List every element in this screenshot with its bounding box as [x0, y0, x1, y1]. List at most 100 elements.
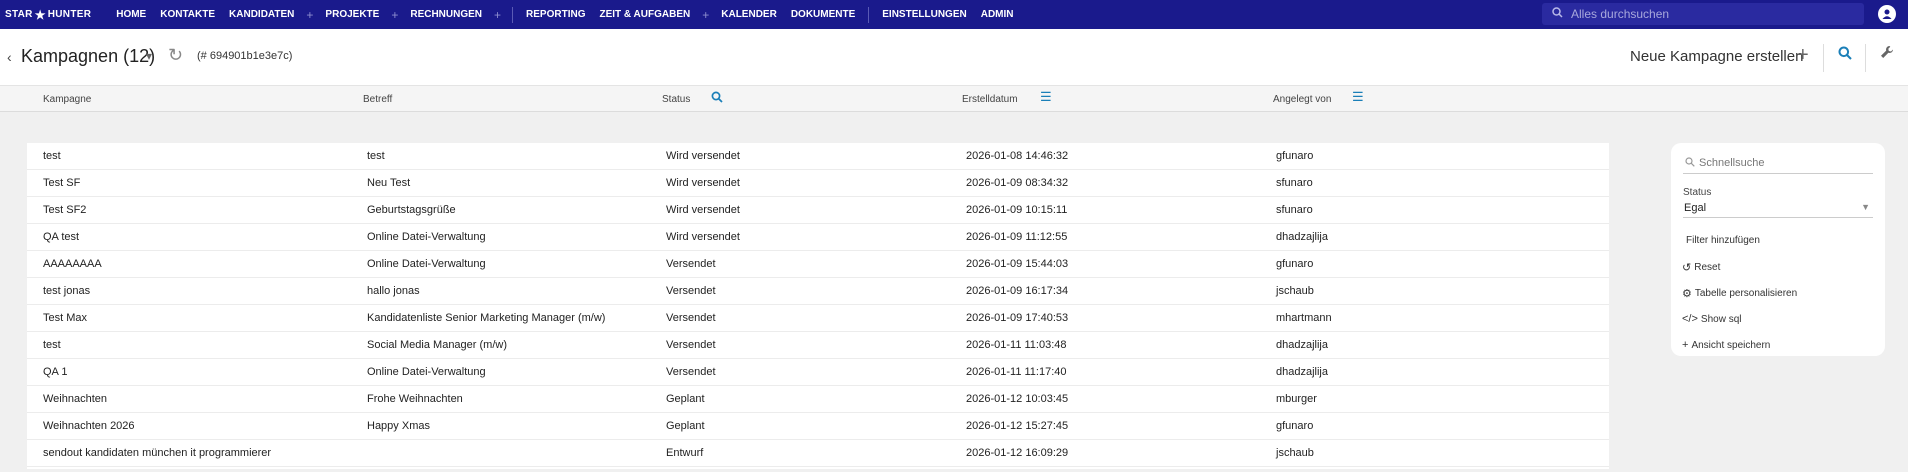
nav-divider — [868, 6, 870, 23]
table-row[interactable]: QA test Online Datei-Verwaltung Wird ver… — [27, 224, 1609, 251]
cell-betreff: Happy Xmas — [367, 420, 430, 432]
cell-kampagne: QA test — [43, 231, 80, 243]
zeit-add-icon[interactable]: + — [697, 8, 714, 22]
cell-betreff: Online Datei-Verwaltung — [367, 258, 486, 270]
rechnungen-add-icon[interactable]: + — [489, 8, 506, 22]
column-header-angelegt-von[interactable]: Angelegt von — [1273, 94, 1331, 105]
search-icon — [1552, 7, 1563, 21]
status-search-icon[interactable] — [711, 91, 723, 106]
nav-kalender[interactable]: KALENDER — [714, 0, 784, 29]
quick-search — [1683, 153, 1873, 174]
wrench-icon[interactable] — [1880, 45, 1894, 64]
cell-kampagne: Test Max — [43, 312, 88, 324]
projekte-add-icon[interactable]: + — [386, 8, 403, 22]
new-campaign-button[interactable]: Neue Kampagne erstellen — [1630, 48, 1803, 65]
table-row[interactable]: test test Wird versendet 2026-01-08 14:4… — [27, 143, 1609, 170]
save-view-link[interactable]: + Ansicht speichern — [1682, 339, 1770, 351]
cell-betreff: Frohe Weihnachten — [367, 393, 463, 405]
quick-search-input[interactable] — [1699, 157, 1869, 169]
table-row[interactable]: AAAAAAAA Online Datei-Verwaltung Versend… — [27, 251, 1609, 278]
cell-angelegt-von: jschaub — [1276, 285, 1314, 297]
table-row[interactable]: Test SF Neu Test Wird versendet 2026-01-… — [27, 170, 1609, 197]
cell-status: Versendet — [666, 312, 716, 324]
table-row[interactable]: Weihnachten Frohe Weihnachten Geplant 20… — [27, 386, 1609, 413]
table-row[interactable]: sendout kandidaten münchen it programmie… — [27, 440, 1609, 467]
cell-status: Wird versendet — [666, 177, 740, 189]
cell-kampagne: QA 1 — [43, 366, 68, 378]
logo[interactable]: STAR ★ HUNTER — [5, 8, 91, 22]
logo-left-text: STAR — [5, 9, 33, 20]
cell-erstelldatum: 2026-01-08 14:46:32 — [966, 150, 1069, 162]
star-icon: ★ — [34, 7, 46, 22]
logo-right-text: HUNTER — [47, 9, 92, 20]
cell-angelegt-von: gfunaro — [1276, 420, 1314, 432]
add-icon[interactable]: + — [1797, 44, 1809, 67]
table-row[interactable]: test jonas hallo jonas Versendet 2026-01… — [27, 278, 1609, 305]
nav-kandidaten[interactable]: KANDIDATEN — [222, 0, 301, 29]
cell-erstelldatum: 2026-01-09 08:34:32 — [966, 177, 1069, 189]
nav-projekte[interactable]: PROJEKTE — [318, 0, 386, 29]
menu-icon[interactable]: ☰ — [1352, 89, 1364, 105]
user-icon[interactable] — [1878, 5, 1896, 23]
chevron-down-icon: ▼ — [1861, 202, 1870, 212]
table-row[interactable]: QA 1 Online Datei-Verwaltung Versendet 2… — [27, 359, 1609, 386]
global-search — [1542, 3, 1864, 25]
nav-dokumente[interactable]: DOKUMENTE — [784, 0, 862, 29]
nav-zeit-aufgaben[interactable]: ZEIT & AUFGABEN — [592, 0, 697, 29]
cell-angelegt-von: dhadzajlija — [1276, 339, 1328, 351]
nav-einstellungen[interactable]: EINSTELLUNGEN — [875, 0, 973, 29]
menu-icon[interactable]: ☰ — [1040, 89, 1052, 105]
column-header-erstelldatum[interactable]: Erstelldatum — [962, 94, 1018, 105]
table-row[interactable]: Weihnachten 2026 Happy Xmas Geplant 2026… — [27, 413, 1609, 440]
header-divider — [1865, 44, 1866, 72]
cell-betreff: test — [367, 150, 385, 162]
table-row[interactable]: Test Max Kandidatenliste Senior Marketin… — [27, 305, 1609, 332]
cell-erstelldatum: 2026-01-12 16:09:29 — [966, 447, 1069, 459]
reset-label: Reset — [1694, 262, 1721, 273]
cell-angelegt-von: dhadzajlija — [1276, 366, 1328, 378]
table-row[interactable]: test Social Media Manager (m/w) Versende… — [27, 332, 1609, 359]
status-filter-label: Status — [1683, 187, 1712, 198]
nav-home[interactable]: HOME — [109, 0, 153, 29]
cell-angelegt-von: jschaub — [1276, 447, 1314, 459]
column-header-status[interactable]: Status — [662, 94, 690, 105]
chevron-left-icon[interactable]: ‹ — [7, 49, 12, 65]
nav-admin[interactable]: ADMIN — [974, 0, 1021, 29]
cell-erstelldatum: 2026-01-09 16:17:34 — [966, 285, 1069, 297]
personalize-table-link[interactable]: ⚙ Tabelle personalisieren — [1682, 287, 1797, 300]
cell-status: Geplant — [666, 420, 705, 432]
kandidaten-add-icon[interactable]: + — [301, 8, 318, 22]
page-title: Kampagnen (12) — [21, 46, 156, 66]
cell-status: Geplant — [666, 393, 705, 405]
column-header-betreff[interactable]: Betreff — [363, 94, 392, 105]
cell-kampagne: Weihnachten 2026 — [43, 420, 135, 432]
nav-reporting[interactable]: REPORTING — [519, 0, 592, 29]
reset-link[interactable]: ↺ Reset — [1682, 261, 1720, 274]
cell-kampagne: Test SF — [43, 177, 81, 189]
search-icon[interactable] — [1838, 46, 1852, 65]
filter-panel: Status Egal ▼ Filter hinzufügen ↺ Reset … — [1671, 143, 1885, 356]
reload-icon[interactable]: ↻ — [168, 45, 183, 66]
column-header-kampagne[interactable]: Kampagne — [43, 94, 91, 105]
cell-kampagne: test jonas — [43, 285, 91, 297]
campaign-id: (# 694901b1e3e7c) — [197, 50, 293, 62]
chevron-down-icon[interactable]: ▾ — [146, 49, 152, 63]
nav-kontakte[interactable]: KONTAKTE — [153, 0, 222, 29]
add-filter-link[interactable]: Filter hinzufügen — [1686, 235, 1760, 246]
global-search-input[interactable] — [1571, 7, 1841, 21]
cell-erstelldatum: 2026-01-11 11:03:48 — [966, 339, 1067, 351]
table-row[interactable]: Test SF2 Geburtstagsgrüße Wird versendet… — [27, 197, 1609, 224]
nav-rechnungen[interactable]: RECHNUNGEN — [403, 0, 489, 29]
cell-betreff: Geburtstagsgrüße — [367, 204, 456, 216]
show-sql-link[interactable]: </> Show sql — [1682, 313, 1741, 325]
cell-kampagne: test — [43, 339, 61, 351]
cell-angelegt-von: dhadzajlija — [1276, 231, 1328, 243]
header-divider — [1823, 44, 1824, 72]
cell-kampagne: Weihnachten — [43, 393, 108, 405]
cell-status: Wird versendet — [666, 231, 740, 243]
status-filter-select[interactable]: Egal ▼ — [1683, 199, 1873, 218]
cell-status: Versendet — [666, 339, 716, 351]
reset-icon: ↺ — [1682, 262, 1692, 274]
cell-angelegt-von: mburger — [1276, 393, 1317, 405]
code-icon: </> — [1682, 313, 1698, 325]
